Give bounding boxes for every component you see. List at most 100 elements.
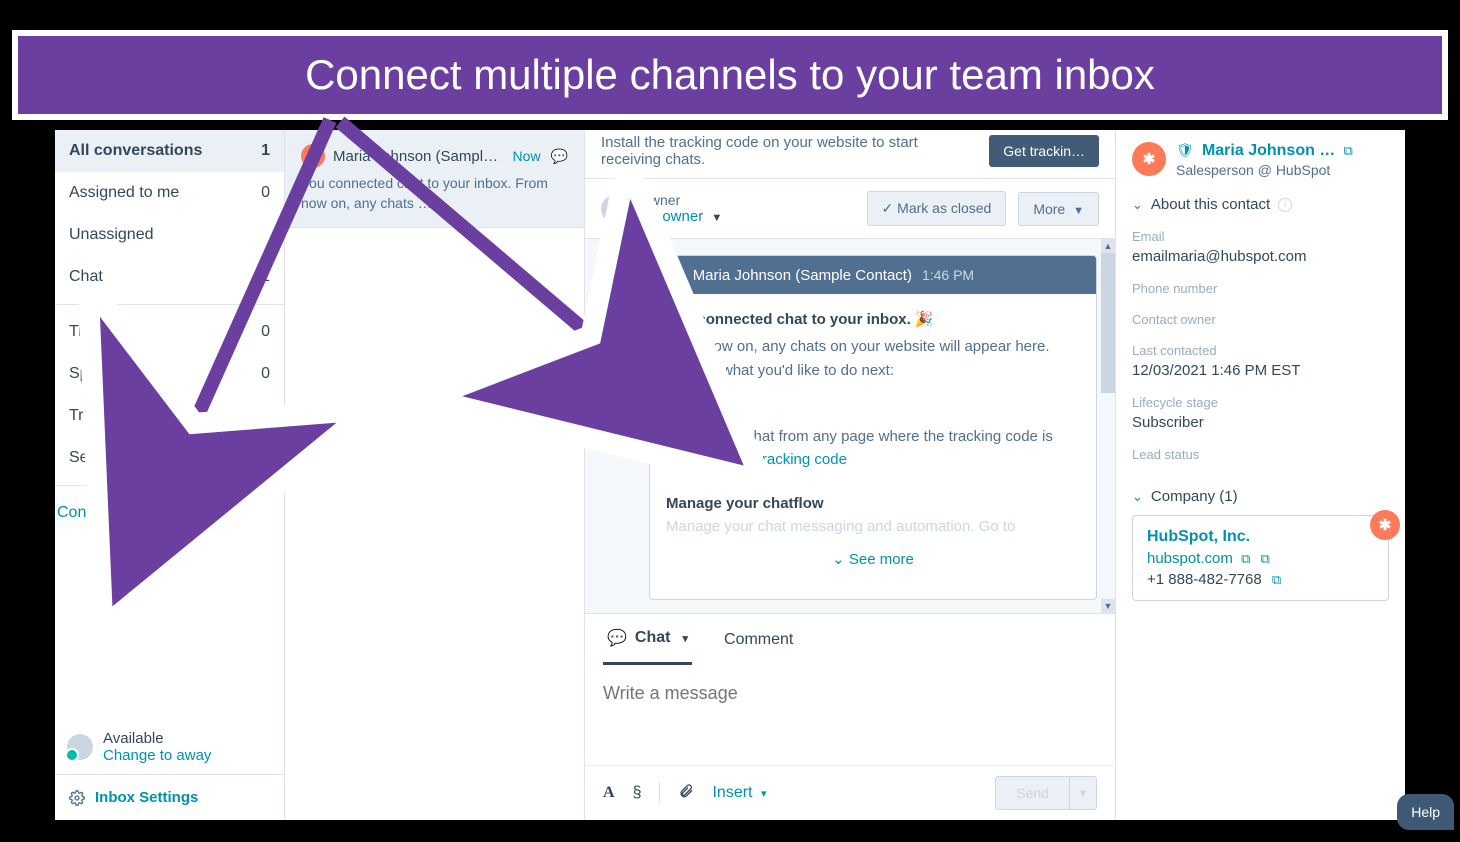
copy-icon[interactable]: ⧉ bbox=[1272, 572, 1281, 587]
conversation-time: Now bbox=[513, 148, 541, 164]
owner-select[interactable]: No owner ▼ bbox=[639, 208, 722, 225]
chat-icon: 💬 bbox=[664, 266, 683, 284]
scrollbar[interactable]: ▲ ▼ bbox=[1101, 239, 1115, 613]
inbox-settings-label: Inbox Settings bbox=[95, 789, 198, 806]
scroll-thumb[interactable] bbox=[1101, 253, 1115, 393]
field-value-last-contacted: 12/03/2021 1:46 PM EST bbox=[1132, 362, 1389, 379]
composer-toolbar: A § Insert ▾ Send ▾ bbox=[585, 765, 1115, 820]
message-headline: You connected chat to your inbox. bbox=[666, 311, 911, 328]
insert-label: Insert bbox=[712, 784, 752, 801]
divider bbox=[55, 485, 284, 486]
nav-assigned-to-me[interactable]: Assigned to me 0 bbox=[55, 172, 284, 214]
party-icon: 🎉 bbox=[915, 311, 934, 328]
tracking-text: Install the tracking code on your websit… bbox=[601, 134, 977, 168]
info-icon: i bbox=[1278, 198, 1292, 212]
message-card: 💬 Maria Johnson (Sample Contact) 1:46 PM… bbox=[649, 255, 1097, 600]
tab-comment[interactable]: Comment bbox=[720, 614, 797, 665]
owner-avatar-icon bbox=[601, 195, 629, 223]
field-label-phone: Phone number bbox=[1132, 281, 1389, 296]
send-button[interactable]: Send bbox=[995, 776, 1070, 810]
company-domain-link[interactable]: hubspot.com bbox=[1147, 550, 1233, 567]
nav-label: Chat bbox=[69, 268, 103, 286]
field-value-email[interactable]: emailmaria@hubspot.com bbox=[1132, 248, 1389, 265]
caret-down-icon: ▾ bbox=[761, 788, 767, 800]
nav-count: 0 bbox=[261, 323, 270, 341]
owner-label: Owner bbox=[639, 192, 722, 208]
nav-sent[interactable]: Sent bbox=[55, 437, 284, 479]
send-options-button[interactable]: ▾ bbox=[1070, 776, 1097, 810]
nav-chat[interactable]: Chat 1 bbox=[55, 256, 284, 298]
nav-label: Spam bbox=[69, 365, 111, 383]
banner-title: Connect multiple channels to your team i… bbox=[305, 51, 1155, 99]
field-label-lifecycle: Lifecycle stage bbox=[1132, 395, 1389, 410]
company-section-header[interactable]: ⌄ Company (1) bbox=[1132, 488, 1389, 505]
try-body: Send a test chat from any page where the… bbox=[666, 425, 1080, 472]
manage-chatflow-heading: Manage your chatflow bbox=[666, 492, 1080, 515]
message-input[interactable] bbox=[603, 683, 1097, 704]
field-label-owner: Contact owner bbox=[1132, 312, 1389, 327]
scroll-up-icon[interactable]: ▲ bbox=[1101, 239, 1115, 253]
paperclip-icon bbox=[678, 783, 694, 799]
chevron-down-icon: ⌄ bbox=[1132, 489, 1143, 505]
nav-unassigned[interactable]: Unassigned bbox=[55, 214, 284, 256]
external-link-icon[interactable]: ⧉ bbox=[1343, 143, 1352, 158]
chat-icon: 💬 bbox=[551, 148, 568, 165]
hubspot-icon: ✱ bbox=[1132, 142, 1166, 176]
conversation-preview: You connected chat to your inbox. From n… bbox=[301, 174, 568, 213]
main-pane: Install the tracking code on your websit… bbox=[585, 130, 1115, 820]
nav-all-conversations[interactable]: All conversations 1 bbox=[55, 130, 284, 172]
user-avatar-icon bbox=[67, 734, 93, 760]
close-label: Mark as closed bbox=[897, 200, 991, 216]
hubspot-icon: ✱ bbox=[301, 144, 325, 168]
owner-bar: Owner No owner ▼ ✓ Mark as closed More ▼ bbox=[585, 179, 1115, 239]
see-more-label: See more bbox=[849, 551, 914, 568]
tab-label: Chat bbox=[635, 629, 671, 647]
nav-spam[interactable]: Spam 0 bbox=[55, 353, 284, 395]
field-label-last-contacted: Last contacted bbox=[1132, 343, 1389, 358]
message-sender: Maria Johnson (Sample Contact) bbox=[693, 267, 912, 284]
company-phone: +1 888-482-7768 bbox=[1147, 571, 1262, 588]
mark-as-closed-button[interactable]: ✓ Mark as closed bbox=[867, 191, 1007, 226]
field-label-email: Email bbox=[1132, 229, 1389, 244]
get-tracking-code-link[interactable]: Get tracking code bbox=[729, 451, 847, 468]
contact-name-link[interactable]: Maria Johnson … bbox=[1202, 142, 1335, 159]
check-icon: ✓ bbox=[882, 200, 894, 216]
chevron-down-icon: ⌄ bbox=[832, 551, 845, 568]
conversation-item[interactable]: ✱ Maria Johnson (Sample … Now 💬 You conn… bbox=[285, 130, 584, 228]
inbox-settings-link[interactable]: Inbox Settings bbox=[55, 774, 284, 820]
external-link-icon[interactable]: ⧉ bbox=[1241, 551, 1250, 566]
owner-value: No owner bbox=[639, 208, 703, 225]
manage-faded-text: Manage your chat messaging and automatio… bbox=[666, 515, 1080, 538]
about-contact-section-header[interactable]: ⌄ About this contact i bbox=[1132, 196, 1389, 213]
attachment-button[interactable] bbox=[678, 783, 694, 802]
snippet-button[interactable]: § bbox=[633, 784, 642, 802]
composer-tabs: 💬 Chat ▾ Comment bbox=[585, 613, 1115, 665]
nav-trash[interactable]: Trash bbox=[55, 395, 284, 437]
company-card[interactable]: ✱ HubSpot, Inc. hubspot.com ⧉ ⧉ +1 888-4… bbox=[1132, 515, 1389, 601]
connect-another-channel-link[interactable]: Connect another channel bbox=[55, 492, 284, 534]
chat-icon: 💬 bbox=[607, 628, 627, 648]
nav-tickets[interactable]: Tickets 0 bbox=[55, 311, 284, 353]
scroll-down-icon[interactable]: ▼ bbox=[1101, 599, 1115, 613]
nav-count: 0 bbox=[261, 184, 270, 202]
availability-toggle-link[interactable]: Change to away bbox=[103, 747, 211, 764]
section-title: Company (1) bbox=[1151, 488, 1238, 505]
nav-label: Tickets bbox=[69, 323, 119, 341]
nav-count: 1 bbox=[261, 142, 270, 160]
tab-chat[interactable]: 💬 Chat ▾ bbox=[603, 614, 692, 665]
sidebar: All conversations 1 Assigned to me 0 Una… bbox=[55, 130, 285, 820]
caret-down-icon: ▼ bbox=[711, 212, 722, 224]
copy-icon[interactable]: ⧉ bbox=[1261, 551, 1270, 566]
nav-count: 1 bbox=[261, 268, 270, 286]
gear-icon bbox=[69, 790, 85, 806]
conversation-list: ✱ Maria Johnson (Sample … Now 💬 You conn… bbox=[285, 130, 585, 820]
nav-label: Trash bbox=[69, 407, 109, 425]
get-tracking-button[interactable]: Get trackin… bbox=[989, 135, 1099, 167]
nav-label: All conversations bbox=[69, 142, 202, 160]
font-format-button[interactable]: A bbox=[603, 784, 615, 802]
more-button[interactable]: More ▼ bbox=[1018, 192, 1099, 226]
chevron-down-icon: ⌄ bbox=[1132, 197, 1143, 213]
insert-menu[interactable]: Insert ▾ bbox=[712, 784, 766, 802]
see-more-toggle[interactable]: ⌄ See more bbox=[666, 538, 1080, 585]
help-button[interactable]: Help bbox=[1397, 794, 1454, 830]
